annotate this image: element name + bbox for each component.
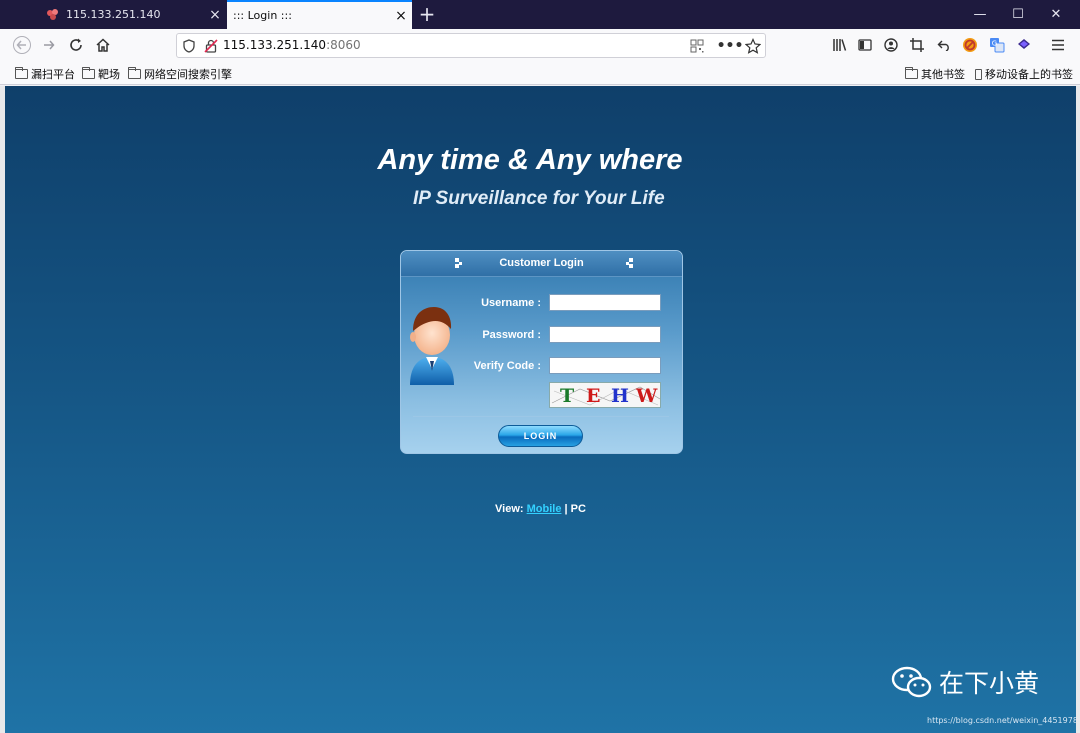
qr-code-icon[interactable] — [689, 38, 705, 54]
minimize-button[interactable]: — — [960, 0, 1000, 29]
insecure-lock-icon[interactable] — [203, 38, 219, 54]
bookmark-folder-scan-platform[interactable]: 漏扫平台 — [15, 66, 75, 82]
captcha-char: H — [611, 385, 629, 407]
translate-icon: G — [990, 38, 1005, 53]
wechat-watermark: 在下小黄 — [891, 664, 1039, 700]
crop-icon — [910, 38, 924, 52]
view-separator: | — [564, 503, 568, 515]
wechat-icon — [891, 666, 932, 698]
folder-icon — [128, 67, 141, 79]
layers-extension-button[interactable] — [1012, 33, 1036, 57]
bookmark-star-icon[interactable] — [745, 38, 761, 54]
username-label: Username : — [481, 297, 541, 309]
new-tab-button[interactable]: + — [416, 3, 438, 25]
tab-close-icon[interactable]: × — [204, 7, 226, 23]
reload-icon — [70, 38, 82, 51]
bookmark-label: 漏扫平台 — [31, 68, 75, 81]
bookmark-label: 其他书签 — [921, 68, 965, 81]
home-icon — [96, 38, 110, 52]
layers-icon — [1018, 39, 1030, 49]
bookmark-label: 移动设备上的书签 — [985, 68, 1073, 81]
reload-button[interactable] — [64, 33, 88, 57]
folder-icon — [15, 67, 28, 79]
mobile-view-link[interactable]: Mobile — [527, 503, 562, 515]
sidebar-button[interactable] — [853, 33, 877, 57]
captcha-image[interactable]: T E H W — [549, 382, 661, 408]
captcha-char: W — [636, 385, 658, 407]
bookmark-folder-range[interactable]: 靶场 — [82, 66, 120, 82]
tab-title: ::: Login ::: — [233, 9, 292, 22]
mobile-device-icon — [975, 68, 982, 80]
login-panel-header: Customer Login — [401, 251, 682, 277]
undo-extension-button[interactable] — [932, 33, 956, 57]
translate-extension-button[interactable]: G — [985, 33, 1009, 57]
login-button[interactable]: LOGIN — [498, 425, 583, 447]
password-label: Password : — [482, 329, 541, 341]
login-panel: Customer Login Username : Password : Ver… — [400, 250, 683, 454]
app-menu-button[interactable] — [1046, 33, 1070, 57]
window-close-button[interactable]: ✕ — [1036, 0, 1076, 29]
home-button[interactable] — [91, 33, 115, 57]
bookmark-folder-mobile[interactable]: 移动设备上的书签 — [975, 66, 1073, 82]
navigation-toolbar: 115.133.251.140:8060 ••• G — [0, 29, 1080, 62]
login-page: Any time & Any where IP Surveillance for… — [5, 86, 1076, 733]
page-actions-menu-icon[interactable]: ••• — [717, 38, 744, 54]
tab-favicon-icon — [46, 8, 60, 22]
bookmark-folder-other[interactable]: 其他书签 — [905, 66, 965, 82]
page-subheadline: IP Surveillance for Your Life — [413, 188, 665, 209]
account-button[interactable] — [879, 33, 903, 57]
block-extension-button[interactable] — [958, 33, 982, 57]
bookmark-label: 网络空间搜索引擎 — [144, 68, 232, 81]
view-label: View: — [495, 503, 524, 515]
view-switcher: View: Mobile | PC — [5, 503, 1076, 515]
bookmark-label: 靶场 — [98, 68, 120, 81]
pc-view-label[interactable]: PC — [571, 503, 586, 515]
tab-title: 115.133.251.140 — [66, 8, 161, 21]
block-icon — [963, 38, 977, 52]
bookmark-folder-search-engine[interactable]: 网络空间搜索引擎 — [128, 66, 232, 82]
tab-login[interactable]: ::: Login ::: × — [227, 0, 412, 29]
forward-button[interactable] — [37, 33, 61, 57]
user-avatar-icon — [410, 307, 454, 385]
tab-close-icon[interactable]: × — [390, 8, 412, 24]
undo-arrow-icon — [937, 40, 949, 51]
tab-bar: 115.133.251.140 × ::: Login ::: × + — ☐ … — [0, 0, 1080, 29]
sidebar-icon — [858, 39, 872, 51]
maximize-button[interactable]: ☐ — [998, 0, 1038, 29]
folder-icon — [905, 67, 918, 79]
window-edge-right — [1076, 86, 1080, 733]
captcha-char: T — [560, 385, 575, 407]
verify-code-input[interactable] — [549, 357, 661, 374]
back-button[interactable] — [10, 33, 34, 57]
login-divider — [413, 416, 669, 417]
page-headline: Any time & Any where — [377, 144, 683, 176]
svg-text:G: G — [992, 40, 997, 48]
url-host: 115.133.251.140 — [223, 38, 327, 52]
verify-code-label: Verify Code : — [473, 360, 541, 372]
url-port: :8060 — [326, 38, 361, 52]
shield-icon[interactable] — [181, 38, 197, 54]
login-panel-title: Customer Login — [499, 257, 584, 269]
tab-ip[interactable]: 115.133.251.140 × — [36, 0, 226, 29]
forward-arrow-icon — [44, 40, 55, 50]
captcha-char: E — [586, 385, 601, 407]
screenshot-button[interactable] — [905, 33, 929, 57]
bookmarks-toolbar: 漏扫平台 靶场 网络空间搜索引擎 其他书签 移动设备上的书签 — [0, 62, 1080, 85]
back-arrow-icon — [13, 36, 31, 54]
library-button[interactable] — [828, 33, 852, 57]
hamburger-menu-icon — [1052, 39, 1064, 51]
url-bar[interactable]: 115.133.251.140:8060 ••• — [176, 33, 766, 58]
watermark-brand: 在下小黄 — [939, 669, 1040, 698]
url-text: 115.133.251.140:8060 — [223, 38, 361, 52]
library-icon — [833, 39, 847, 51]
account-icon — [884, 38, 898, 52]
folder-icon — [82, 67, 95, 79]
header-decoration-icon — [626, 258, 633, 268]
username-input[interactable] — [549, 294, 661, 311]
csdn-url-watermark: https://blog.csdn.net/weixin_44519789 — [927, 716, 1076, 725]
password-input[interactable] — [549, 326, 661, 343]
